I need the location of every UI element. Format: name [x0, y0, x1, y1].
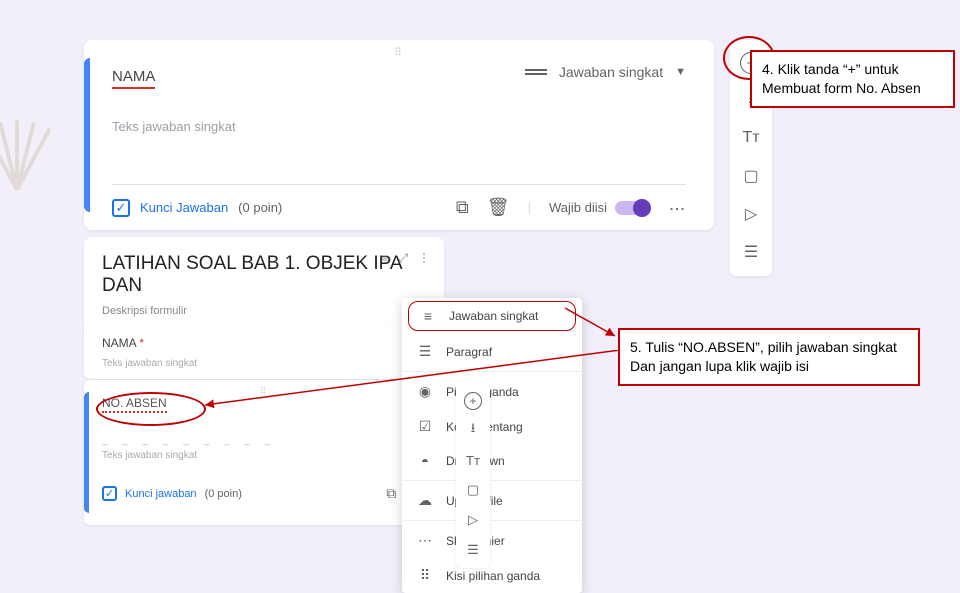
trash-icon[interactable]: 🗑: [487, 197, 510, 218]
menu-item-checkbox[interactable]: ☑Kotak centang: [402, 409, 582, 444]
answer-key-label[interactable]: Kunci jawaban: [125, 488, 197, 500]
question-type-selector[interactable]: Jawaban singkat ▼: [525, 64, 686, 80]
input-underline: _ _ _ _ _ _ _ _ _: [102, 435, 426, 446]
drag-handle-icon[interactable]: ⠿: [260, 386, 269, 397]
question-title-input[interactable]: NAMA: [112, 68, 155, 89]
answer-key-checkbox[interactable]: ✓: [112, 199, 130, 217]
decorative-leaf: [0, 120, 80, 320]
active-accent: [84, 58, 90, 212]
floating-toolbar-small: + ⭳ Tᴛ ▢ ▷ ☰: [456, 384, 490, 568]
points-label: (0 poin): [205, 488, 242, 500]
menu-item-multiple-choice[interactable]: ◉Pilihan ganda: [402, 374, 582, 409]
menu-item-paragraph[interactable]: ☰Paragraf: [402, 334, 582, 369]
short-answer-icon: ≡: [419, 308, 437, 324]
add-section-icon[interactable]: ☰: [739, 240, 763, 264]
add-title-icon[interactable]: Tᴛ: [463, 450, 483, 470]
toggle-switch-icon: [615, 201, 649, 215]
add-section-icon[interactable]: ☰: [463, 540, 483, 560]
paragraph-icon: ☰: [416, 343, 434, 360]
answer-key-label[interactable]: Kunci Jawaban: [140, 200, 228, 215]
grid-icon: ⠿: [416, 567, 434, 584]
separator: [402, 520, 582, 521]
required-label: Wajib diisi: [549, 200, 607, 215]
question-type-label: Jawaban singkat: [559, 64, 663, 80]
checkbox-icon: ☑: [416, 418, 434, 435]
menu-item-grid[interactable]: ⠿Kisi pilihan ganda: [402, 558, 582, 593]
annotation-5-line1: 5. Tulis “NO.ABSEN”, pilih jawaban singk…: [630, 338, 908, 357]
drag-handle-icon[interactable]: ⠿: [394, 46, 404, 59]
callout-ring-noabsen: [96, 392, 206, 426]
duplicate-icon[interactable]: ⧉: [386, 485, 396, 502]
annotation-5-line2: Dan jangan lupa klik wajib isi: [630, 357, 908, 376]
add-image-icon[interactable]: ▢: [739, 164, 763, 188]
header-menu[interactable]: ≡⤢⋮: [381, 251, 430, 266]
answer-hint: Teks jawaban singkat: [102, 450, 426, 461]
answer-placeholder: Teks jawaban singkat: [112, 119, 686, 134]
add-question-button[interactable]: +: [464, 392, 482, 410]
form-header-card: ≡⤢⋮ LATIHAN SOAL BAB 1. OBJEK IPA DAN De…: [84, 237, 444, 335]
answer-key-checkbox[interactable]: ✓: [102, 486, 117, 501]
more-icon[interactable]: ⋮: [667, 201, 686, 215]
dropdown-icon: ◓: [416, 453, 434, 469]
question-card-nama-small[interactable]: NAMA * Teks jawaban singkat: [84, 324, 444, 379]
annotation-4-line1: 4. Klik tanda “+” untuk: [762, 60, 943, 79]
question-card-nama: ⠿ NAMA Jawaban singkat ▼ Teks jawaban si…: [84, 40, 714, 230]
add-video-icon[interactable]: ▷: [739, 202, 763, 226]
annotation-4: 4. Klik tanda “+” untuk Membuat form No.…: [750, 50, 955, 108]
annotation-4-line2: Membuat form No. Absen: [762, 79, 943, 98]
menu-item-upload[interactable]: ☁Upload file: [402, 483, 582, 518]
question-type-menu: ≡Jawaban singkat ☰Paragraf ◉Pilihan gand…: [402, 298, 582, 593]
separator: [402, 371, 582, 372]
separator: |: [528, 200, 531, 215]
menu-item-scale[interactable]: ⋯Skala linier: [402, 523, 582, 558]
points-label: (0 poin): [238, 200, 282, 215]
short-answer-icon: [525, 69, 547, 75]
upload-icon: ☁: [416, 492, 434, 509]
radio-icon: ◉: [416, 383, 434, 400]
form-description[interactable]: Deskripsi formulir: [102, 305, 426, 317]
add-video-icon[interactable]: ▷: [463, 510, 483, 530]
divider: [112, 184, 686, 185]
add-title-icon[interactable]: Tᴛ: [739, 126, 763, 150]
active-accent: [84, 392, 89, 513]
menu-item-dropdown[interactable]: ◓Drop-down: [402, 444, 582, 478]
required-star-icon: *: [139, 336, 144, 350]
annotation-5: 5. Tulis “NO.ABSEN”, pilih jawaban singk…: [618, 328, 920, 386]
scale-icon: ⋯: [416, 532, 434, 549]
add-image-icon[interactable]: ▢: [463, 480, 483, 500]
answer-hint: Teks jawaban singkat: [102, 358, 426, 369]
menu-item-short-answer[interactable]: ≡Jawaban singkat: [408, 301, 576, 331]
question-label: NAMA *: [102, 336, 144, 350]
separator: [402, 480, 582, 481]
form-title[interactable]: LATIHAN SOAL BAB 1. OBJEK IPA DAN: [102, 253, 426, 297]
chevron-down-icon: ▼: [675, 66, 686, 78]
required-toggle[interactable]: Wajib diisi: [549, 200, 649, 215]
duplicate-icon[interactable]: ⧉: [456, 197, 469, 218]
import-question-icon[interactable]: ⭳: [463, 420, 483, 440]
